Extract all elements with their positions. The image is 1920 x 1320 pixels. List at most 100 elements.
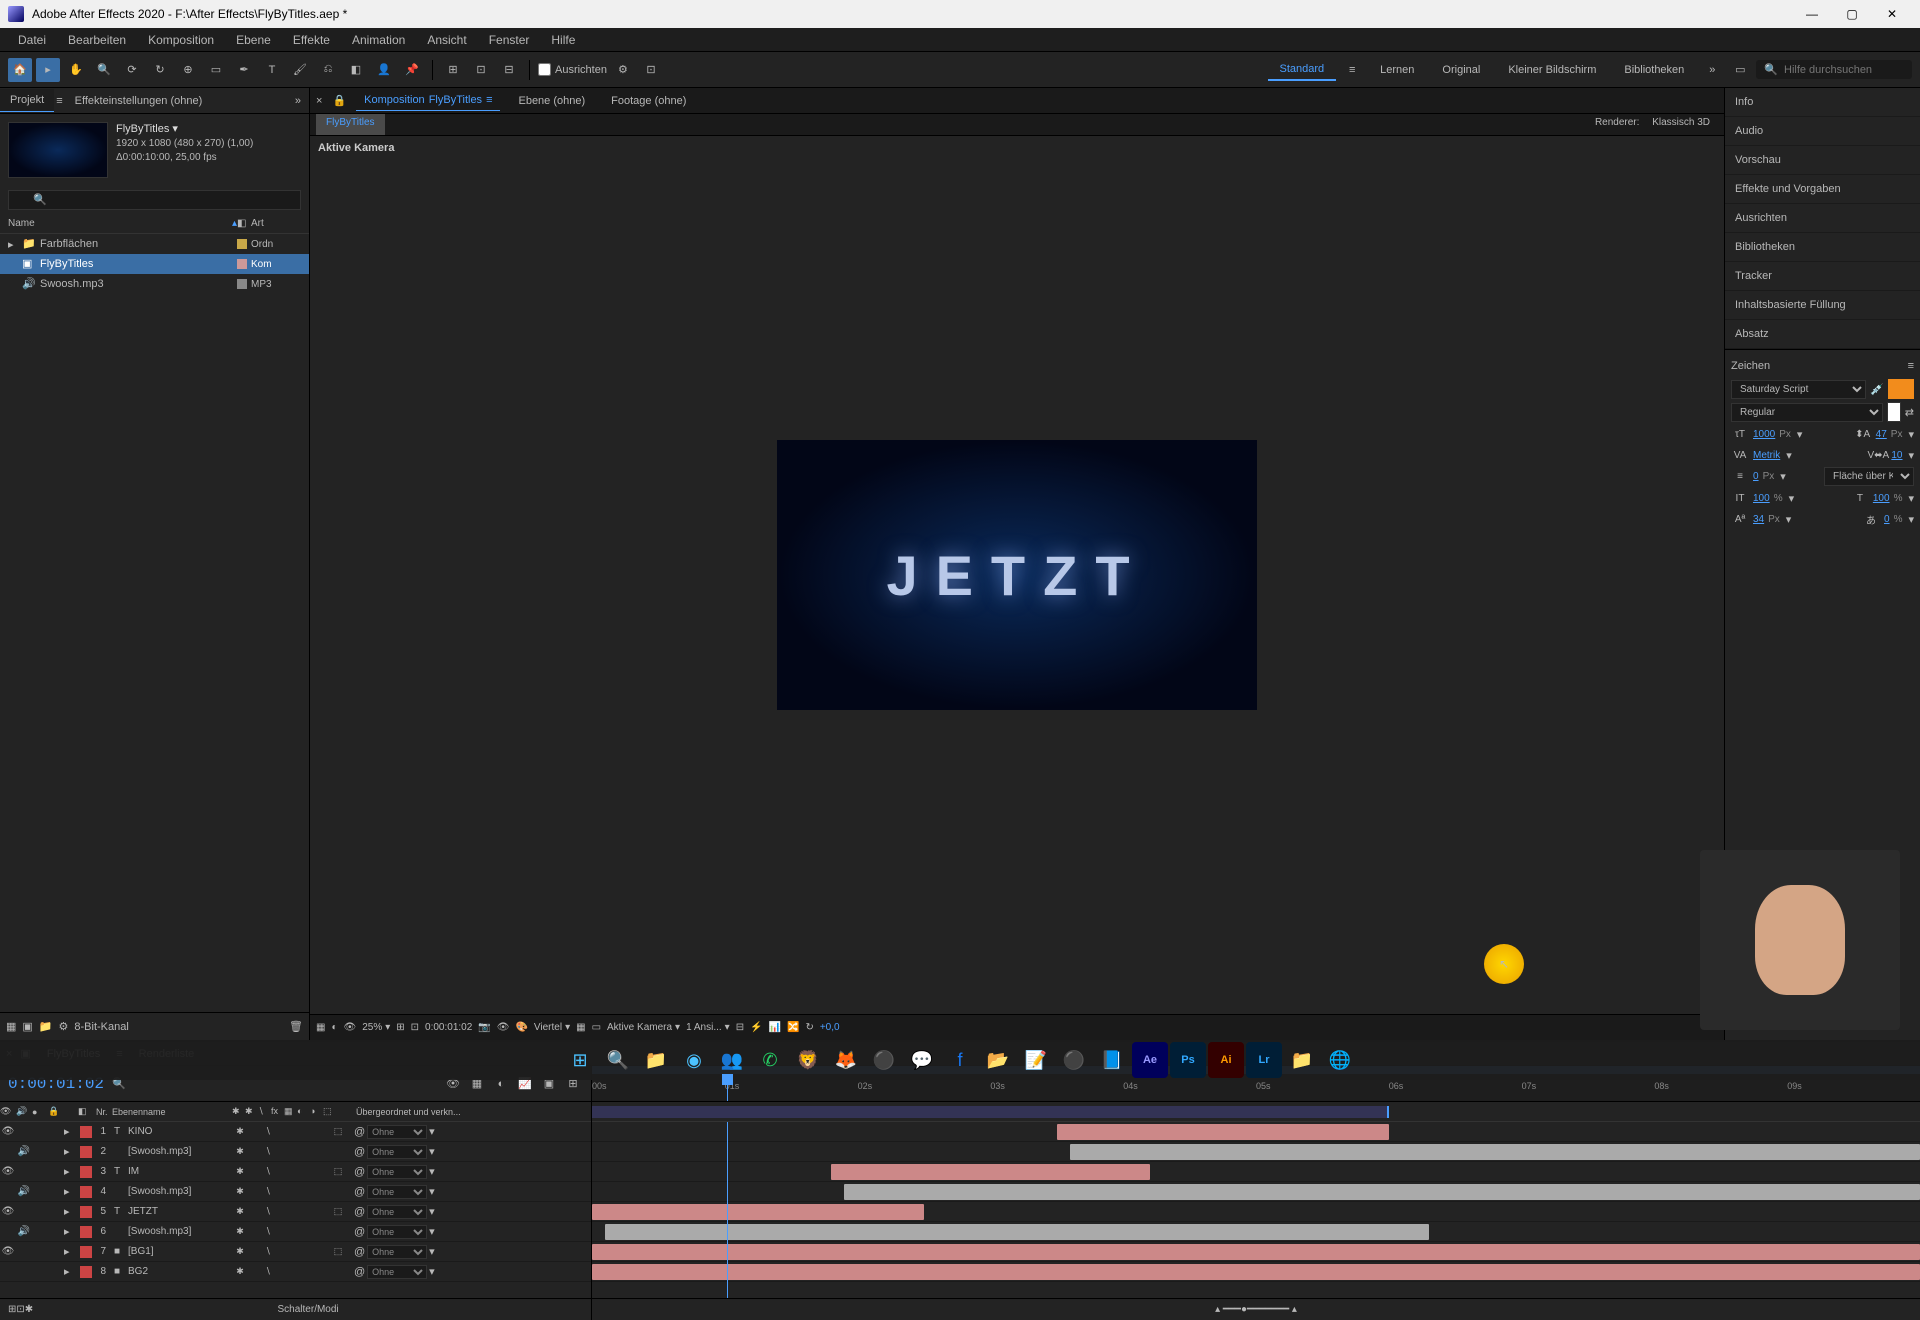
tb-start[interactable]: ⊞ <box>562 1042 598 1078</box>
layer-name[interactable]: [Swoosh.mp3] <box>124 1146 234 1157</box>
pickwhip-icon[interactable]: @ <box>354 1166 365 1178</box>
timeline-layers[interactable]: 👁 ▸ 1 T KINO ✱∖⬚ @ Ohne ▾ 🔊 ▸ 2 [Swoosh.… <box>0 1122 591 1298</box>
switches-modes-label[interactable]: Schalter/Modi <box>33 1304 583 1315</box>
layer-audio-icon[interactable]: 🔊 <box>16 1226 32 1237</box>
brush-tool[interactable]: 🖌 <box>288 58 312 82</box>
lock-tab-icon[interactable]: 🔒 <box>332 94 346 107</box>
local-axis-icon[interactable]: ⊞ <box>441 58 465 82</box>
grid-icon[interactable]: ⊞ <box>396 1022 404 1033</box>
tb-teams[interactable]: 👥 <box>714 1042 750 1078</box>
layer-eye-icon[interactable]: 👁 <box>0 1126 16 1137</box>
pickwhip-icon[interactable]: @ <box>354 1126 365 1138</box>
tracking-value[interactable]: 10 <box>1891 450 1902 461</box>
pickwhip-icon[interactable]: @ <box>354 1266 365 1278</box>
pickwhip-icon[interactable]: @ <box>354 1186 365 1198</box>
timeline-layer[interactable]: 🔊 ▸ 6 [Swoosh.mp3] ✱∖ @ Ohne ▾ <box>0 1222 591 1242</box>
puppet-tool[interactable]: 📌 <box>400 58 424 82</box>
project-item-folder[interactable]: ▸ 📁 Farbflächen Ordn <box>0 234 309 254</box>
timeline-track[interactable] <box>592 1142 1920 1162</box>
color-mgmt-icon[interactable]: 🎨 <box>515 1022 527 1033</box>
pen-tool[interactable]: ✒ <box>232 58 256 82</box>
close-tab-icon[interactable]: × <box>316 95 322 107</box>
pickwhip-icon[interactable]: @ <box>354 1226 365 1238</box>
tb-facebook[interactable]: f <box>942 1042 978 1078</box>
layer-bar[interactable] <box>844 1184 1920 1200</box>
menu-ebene[interactable]: Ebene <box>226 30 281 50</box>
layer-switches[interactable]: ✱∖ <box>234 1266 354 1277</box>
timeline-layer[interactable]: 👁 ▸ 7 ■ [BG1] ✱∖⬚ @ Ohne ▾ <box>0 1242 591 1262</box>
settings-icon[interactable]: ⚙ <box>59 1020 69 1033</box>
parent-dropdown[interactable]: Ohne <box>367 1145 427 1159</box>
layer-bar[interactable] <box>592 1204 924 1220</box>
home-tool[interactable]: 🏠 <box>8 58 32 82</box>
tl-brainstorm-icon[interactable]: ✱ <box>25 1304 33 1315</box>
layer-name[interactable]: BG2 <box>124 1266 234 1277</box>
tb-search[interactable]: 🔍 <box>600 1042 636 1078</box>
layer-name[interactable]: IM <box>124 1166 234 1177</box>
layer-switches[interactable]: ✱∖ <box>234 1146 354 1157</box>
playhead[interactable] <box>727 1074 728 1101</box>
tab-project[interactable]: Projekt <box>0 89 54 112</box>
timeline-layer[interactable]: 🔊 ▸ 2 [Swoosh.mp3] ✱∖ @ Ohne ▾ <box>0 1142 591 1162</box>
tb-app1[interactable]: ⚫ <box>866 1042 902 1078</box>
layer-parent[interactable]: @ Ohne ▾ <box>354 1125 444 1139</box>
timeline-track[interactable] <box>592 1262 1920 1282</box>
layer-switches[interactable]: ✱∖ <box>234 1226 354 1237</box>
zoom-level[interactable]: 25% ▾ <box>362 1022 390 1033</box>
layer-eye-icon[interactable]: 👁 <box>0 1246 16 1257</box>
pixel-aspect-icon[interactable]: ⊟ <box>736 1022 744 1033</box>
swap-color-icon[interactable]: ⇄ <box>1905 406 1914 419</box>
help-search[interactable]: 🔍 <box>1756 60 1912 79</box>
layer-switches[interactable]: ✱∖⬚ <box>234 1206 354 1217</box>
zoom-tool[interactable]: 🔍 <box>92 58 116 82</box>
layer-bar[interactable] <box>831 1164 1150 1180</box>
eye-col-icon[interactable]: 👁 <box>0 1106 16 1117</box>
minimize-button[interactable]: — <box>1792 0 1832 28</box>
layer-eye-icon[interactable]: 👁 <box>0 1166 16 1177</box>
pickwhip-icon[interactable]: @ <box>354 1146 365 1158</box>
snap-option2-icon[interactable]: ⊡ <box>639 58 663 82</box>
workspace-menu-icon[interactable]: ≡ <box>1340 58 1364 82</box>
tb-notes[interactable]: 📝 <box>1018 1042 1054 1078</box>
parent-dropdown[interactable]: Ohne <box>367 1225 427 1239</box>
timeline-tracks[interactable] <box>592 1122 1920 1298</box>
timeline-track[interactable] <box>592 1182 1920 1202</box>
workspace-kleiner[interactable]: Kleiner Bildschirm <box>1496 60 1608 80</box>
layer-twisty-icon[interactable]: ▸ <box>64 1205 78 1218</box>
tb-ps[interactable]: Ps <box>1170 1042 1206 1078</box>
parent-dropdown[interactable]: Ohne <box>367 1245 427 1259</box>
layer-label-color[interactable] <box>80 1166 92 1178</box>
tb-ai[interactable]: Ai <box>1208 1042 1244 1078</box>
tab-layer[interactable]: Ebene (ohne) <box>510 91 593 111</box>
menu-komposition[interactable]: Komposition <box>138 30 224 50</box>
tb-word[interactable]: 📘 <box>1094 1042 1130 1078</box>
layer-twisty-icon[interactable]: ▸ <box>64 1145 78 1158</box>
layer-switches[interactable]: ✱∖⬚ <box>234 1166 354 1177</box>
baseline-value[interactable]: 34 <box>1753 514 1764 525</box>
workspace-overflow-icon[interactable]: » <box>1700 58 1724 82</box>
tb-edge[interactable]: ◉ <box>676 1042 712 1078</box>
pickwhip-icon[interactable]: @ <box>354 1206 365 1218</box>
parent-dropdown[interactable]: Ohne <box>367 1265 427 1279</box>
tab-effect-controls[interactable]: Effekteinstellungen (ohne) <box>65 90 213 112</box>
project-item-audio[interactable]: 🔊 Swoosh.mp3 MP3 <box>0 274 309 294</box>
tb-folder2[interactable]: 📁 <box>1284 1042 1320 1078</box>
panel-vorschau[interactable]: Vorschau <box>1725 146 1920 175</box>
tab-composition[interactable]: Komposition FlyByTitles ≡ <box>356 90 500 111</box>
rect-tool[interactable]: ▭ <box>204 58 228 82</box>
project-item-comp[interactable]: ▣ FlyByTitles Kom <box>0 254 309 274</box>
layer-twisty-icon[interactable]: ▸ <box>64 1245 78 1258</box>
layer-bar[interactable] <box>592 1264 1920 1280</box>
tsume-value[interactable]: 0 <box>1884 514 1890 525</box>
parent-dropdown[interactable]: Ohne <box>367 1125 427 1139</box>
solo-col-icon[interactable]: ● <box>32 1107 48 1117</box>
stroke-pos-dropdown[interactable]: Fläche über Kon... <box>1824 467 1914 486</box>
view-axis-icon[interactable]: ⊟ <box>497 58 521 82</box>
timeline-layer[interactable]: ▸ 8 ■ BG2 ✱∖ @ Ohne ▾ <box>0 1262 591 1282</box>
close-button[interactable]: ✕ <box>1872 0 1912 28</box>
camera-dropdown[interactable]: Aktive Kamera ▾ <box>607 1022 680 1033</box>
hscale-value[interactable]: 100 <box>1753 493 1770 504</box>
layer-twisty-icon[interactable]: ▸ <box>64 1165 78 1178</box>
anchor-tool[interactable]: ⊕ <box>176 58 200 82</box>
menu-ansicht[interactable]: Ansicht <box>417 30 476 50</box>
